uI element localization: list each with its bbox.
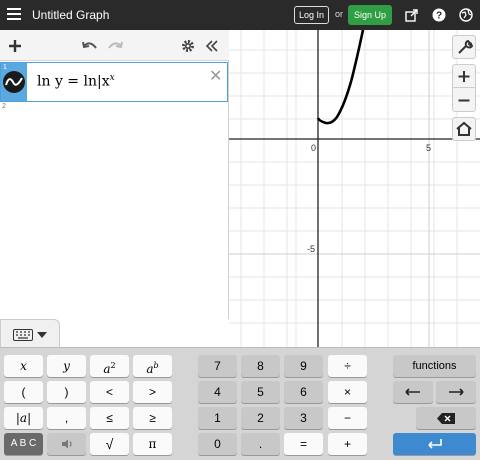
key-speaker[interactable] [47, 433, 86, 455]
key-sqrt[interactable]: √ [90, 433, 129, 455]
key-x[interactable]: x [4, 355, 43, 377]
graph-canvas[interactable]: 0 5 -5 [229, 29, 480, 347]
delete-expression-icon[interactable]: ✕ [209, 66, 222, 86]
x-tick-5: 5 [426, 143, 431, 153]
key-decimal[interactable]: . [241, 433, 280, 455]
key-equals[interactable]: = [284, 433, 323, 455]
key-left-arrow[interactable] [393, 381, 433, 403]
enter-icon [427, 439, 442, 449]
redo-icon[interactable] [107, 40, 123, 52]
help-icon[interactable]: ? [432, 8, 446, 22]
globe-icon[interactable] [459, 8, 473, 22]
expression-input[interactable]: ln y = ln|xx [37, 73, 115, 90]
expression-index: 1 [3, 64, 7, 71]
or-label: or [335, 9, 344, 19]
key-a-squared[interactable]: a2 [90, 355, 129, 377]
graph-settings-button[interactable] [452, 35, 476, 59]
collapse-icon[interactable] [205, 40, 219, 52]
expression-row[interactable]: 1 ln y = ln|xx ✕ [0, 62, 228, 102]
key-4[interactable]: 4 [198, 381, 237, 403]
key-1[interactable]: 1 [198, 407, 237, 429]
share-icon[interactable] [405, 8, 419, 22]
key-a-power-b[interactable]: ab [133, 355, 172, 377]
expression-exponent: x [109, 73, 115, 83]
right-arrow-icon [449, 388, 464, 396]
key-backspace[interactable] [416, 407, 476, 429]
key-pi[interactable]: π [133, 433, 172, 455]
add-icon[interactable] [8, 39, 22, 53]
x-tick-0: 0 [311, 143, 316, 153]
curve-y-equals-x-to-x[interactable] [316, 29, 365, 125]
undo-icon[interactable] [82, 40, 98, 52]
functions-button[interactable]: functions [393, 355, 476, 377]
key-plus[interactable]: + [328, 433, 367, 455]
expression-toolbar [0, 30, 229, 61]
key-greater-than[interactable]: > [133, 381, 172, 403]
graph-title[interactable]: Untitled Graph [32, 8, 109, 22]
key-open-paren[interactable]: ( [4, 381, 43, 403]
key-2[interactable]: 2 [241, 407, 280, 429]
key-multiply[interactable]: × [328, 381, 367, 403]
left-arrow-icon [405, 388, 420, 396]
keyboard-icon [13, 329, 33, 341]
menu-icon[interactable] [7, 8, 21, 20]
key-less-than[interactable]: < [90, 381, 129, 403]
key-abc[interactable]: A B C [4, 433, 43, 455]
keyboard-toggle[interactable] [0, 319, 60, 347]
backspace-icon [437, 413, 455, 424]
key-8[interactable]: 8 [241, 355, 280, 377]
signup-button[interactable]: Sign Up [348, 5, 392, 25]
key-9[interactable]: 9 [284, 355, 323, 377]
y-tick-neg5: -5 [307, 244, 315, 254]
key-abs[interactable]: |a| [4, 407, 43, 429]
key-minus[interactable]: − [328, 407, 367, 429]
key-6[interactable]: 6 [284, 381, 323, 403]
key-close-paren[interactable]: ) [47, 381, 86, 403]
key-enter[interactable] [393, 433, 476, 455]
speaker-icon [61, 439, 72, 449]
chevron-down-icon [37, 332, 47, 338]
zoom-out-button[interactable] [453, 89, 475, 112]
key-y[interactable]: y [47, 355, 86, 377]
gear-icon[interactable] [181, 39, 195, 53]
key-divide[interactable]: ÷ [328, 355, 367, 377]
zoom-in-button[interactable] [453, 65, 475, 88]
expression-tab[interactable]: 1 [1, 63, 27, 101]
svg-text:?: ? [436, 11, 442, 22]
graph-paper[interactable]: 0 5 -5 [229, 29, 480, 347]
default-viewport-button[interactable] [452, 117, 476, 141]
key-right-arrow[interactable] [436, 381, 476, 403]
key-greater-equal[interactable]: ≥ [133, 407, 172, 429]
expression-row-empty[interactable] [0, 102, 228, 122]
key-3[interactable]: 3 [284, 407, 323, 429]
key-comma[interactable]: , [47, 407, 86, 429]
math-keypad: x y a2 ab ( ) < > |a| , ≤ ≥ A B C √ π 7 … [0, 347, 480, 460]
key-7[interactable]: 7 [198, 355, 237, 377]
wrench-icon [458, 39, 474, 54]
login-button[interactable]: Log In [294, 6, 329, 24]
top-bar: Untitled Graph Log In or Sign Up ? [0, 0, 480, 30]
key-5[interactable]: 5 [241, 381, 280, 403]
zoom-in-icon [458, 71, 470, 82]
home-icon [456, 121, 472, 136]
expression-list: 1 ln y = ln|xx ✕ 2 [0, 61, 229, 319]
desmos-logo-icon [3, 71, 25, 93]
key-less-equal[interactable]: ≤ [90, 407, 129, 429]
key-0[interactable]: 0 [198, 433, 237, 455]
expression-text: ln y = ln|x [37, 73, 110, 90]
zoom-controls [452, 64, 476, 112]
zoom-out-icon [458, 99, 470, 102]
